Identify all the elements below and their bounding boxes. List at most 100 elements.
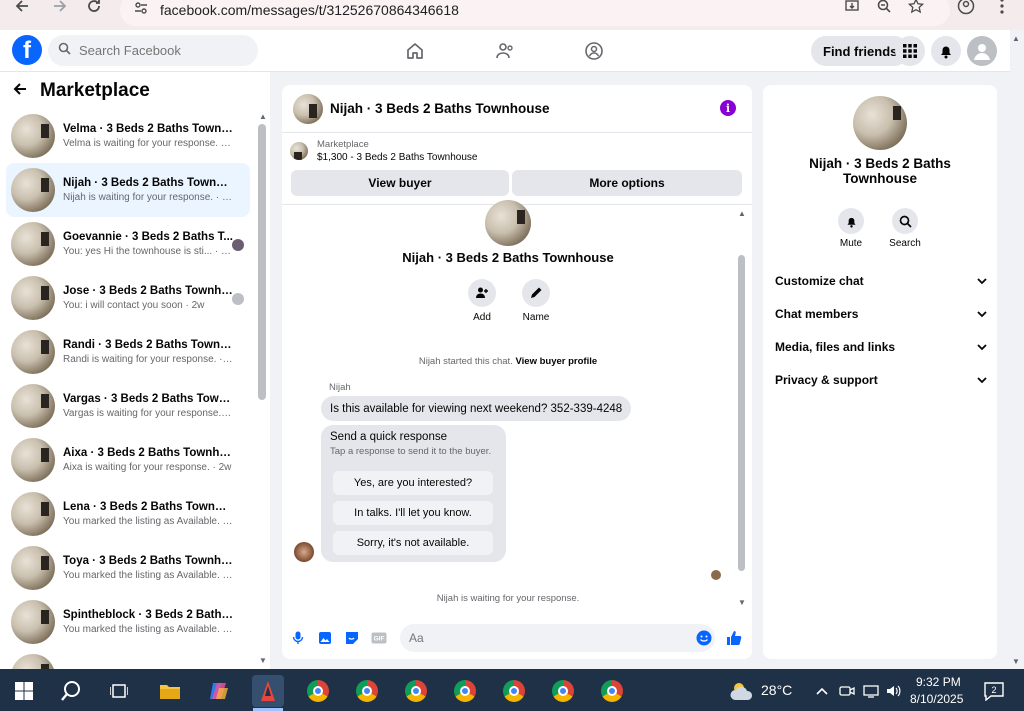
scroll-down-arrow-icon[interactable]: ▼: [259, 656, 267, 665]
facebook-logo-icon[interactable]: f: [12, 35, 42, 65]
conversation-item[interactable]: Lena · 3 Beds 2 Baths Townhouse You marke…: [6, 487, 250, 541]
back-arrow-icon[interactable]: [12, 81, 28, 102]
friends-icon[interactable]: [493, 39, 517, 63]
groups-icon[interactable]: [582, 39, 606, 63]
view-buyer-profile-link[interactable]: View buyer profile: [515, 356, 597, 367]
conversation-preview: You marked the listing as Available. · 2…: [63, 624, 233, 635]
notifications-button[interactable]: [931, 36, 961, 66]
notification-center-icon[interactable]: 2: [978, 675, 1010, 707]
chevron-down-icon: [977, 310, 987, 317]
task-view-icon[interactable]: [103, 675, 135, 707]
emoji-icon[interactable]: [696, 630, 712, 646]
chat-scroll-down-icon[interactable]: ▼: [738, 598, 746, 607]
conversation-item[interactable]: Randi · 3 Beds 2 Baths Townho... Randi is…: [6, 325, 250, 379]
conversation-item[interactable]: Vargas · 3 Beds 2 Baths Townho... Vargas …: [6, 379, 250, 433]
seen-avatar: [711, 570, 721, 580]
page-scroll-down-icon[interactable]: ▼: [1012, 657, 1020, 666]
copilot-icon[interactable]: [203, 675, 235, 707]
conversation-title: Nijah · 3 Beds 2 Baths Townhouse: [402, 250, 614, 265]
mute-button[interactable]: [838, 208, 864, 234]
menu-grid-button[interactable]: [895, 36, 925, 66]
home-icon[interactable]: [403, 39, 427, 63]
conversation-name: Spintheblock · 3 Beds 2 Baths T...: [63, 609, 233, 621]
conversation-item[interactable]: Fla · 3 Beds 2 Baths Townhouse: [6, 649, 250, 669]
conversation-preview: You: yes Hi the townhouse is sti... · 2w: [63, 246, 233, 257]
chat-members-section[interactable]: Chat members: [775, 307, 987, 321]
conversation-item[interactable]: Velma · 3 Beds 2 Baths Townho... Velma is…: [6, 109, 250, 163]
chat-title[interactable]: Nijah · 3 Beds 2 Baths Townhouse: [330, 101, 550, 116]
quick-response-button[interactable]: Sorry, it's not available.: [333, 531, 493, 555]
chat-scrollbar[interactable]: [738, 255, 745, 571]
marketplace-label: Marketplace: [317, 139, 369, 150]
chrome-icon[interactable]: [302, 675, 334, 707]
conversation-item[interactable]: Aixa · 3 Beds 2 Baths Townhouse Aixa is w…: [6, 433, 250, 487]
bookmark-star-icon[interactable]: [904, 0, 928, 18]
reload-icon[interactable]: [82, 0, 106, 18]
like-thumb-icon[interactable]: [726, 630, 742, 646]
media-files-links-section[interactable]: Media, files and links: [775, 340, 987, 354]
listing-thumbnail: [11, 330, 55, 374]
info-icon[interactable]: i: [720, 100, 736, 116]
listing-thumbnail: [11, 600, 55, 644]
chrome-icon[interactable]: [351, 675, 383, 707]
clock-date[interactable]: 8/10/2025: [910, 692, 963, 706]
weather-icon[interactable]: [726, 675, 758, 707]
customize-chat-section[interactable]: Customize chat: [775, 274, 987, 288]
more-options-button[interactable]: More options: [512, 170, 742, 196]
conversation-name: Goevannie · 3 Beds 2 Baths T...: [63, 231, 233, 243]
chat-scroll-up-icon[interactable]: ▲: [738, 209, 746, 218]
chrome-icon[interactable]: [400, 675, 432, 707]
temperature[interactable]: 28°C: [761, 682, 792, 698]
url-text[interactable]: facebook.com/messages/t/3125267086434661…: [160, 2, 459, 18]
conversation-item[interactable]: Spintheblock · 3 Beds 2 Baths T... You ma…: [6, 595, 250, 649]
listing-thumbnail[interactable]: [293, 93, 323, 124]
chrome-icon[interactable]: [498, 675, 530, 707]
listing-large-thumbnail: [485, 200, 531, 246]
address-bar[interactable]: facebook.com/messages/t/3125267086434661…: [120, 0, 950, 26]
install-app-icon[interactable]: [840, 0, 864, 18]
incoming-message[interactable]: Is this available for viewing next weeke…: [321, 396, 632, 421]
scroll-up-arrow-icon[interactable]: ▲: [259, 112, 267, 121]
search-chat-button[interactable]: [892, 208, 918, 234]
search-input[interactable]: [79, 43, 239, 58]
quick-response-button[interactable]: Yes, are you interested?: [333, 471, 493, 495]
edit-name-button[interactable]: [522, 279, 550, 307]
account-avatar[interactable]: [967, 36, 997, 66]
add-person-button[interactable]: [468, 279, 496, 307]
photo-icon[interactable]: [317, 630, 333, 646]
add-label: Add: [473, 312, 491, 323]
privacy-support-section[interactable]: Privacy & support: [775, 373, 987, 387]
page-scroll-up-icon[interactable]: ▲: [1012, 34, 1020, 43]
sender-avatar[interactable]: [294, 542, 314, 562]
search-box[interactable]: [48, 35, 258, 66]
taskbar-search-icon[interactable]: [55, 675, 87, 707]
clock-time[interactable]: 9:32 PM: [916, 675, 961, 689]
chrome-icon[interactable]: [596, 675, 628, 707]
section-label: Media, files and links: [775, 340, 896, 354]
windows-start-icon[interactable]: [8, 675, 40, 707]
conversation-preview: Nijah is waiting for your response. · 7h: [63, 192, 233, 203]
gif-icon[interactable]: GIF: [371, 630, 387, 646]
file-explorer-icon[interactable]: [154, 675, 186, 707]
conversation-item[interactable]: Nijah · 3 Beds 2 Baths Townhouse Nijah is…: [6, 163, 250, 217]
conversation-scrollbar[interactable]: [258, 124, 266, 400]
forward-arrow-icon[interactable]: [48, 0, 72, 18]
sticker-icon[interactable]: [344, 630, 360, 646]
back-arrow-icon[interactable]: [10, 0, 34, 18]
facebook-header: f Find friends: [0, 30, 1010, 72]
pinned-app-icon[interactable]: [252, 675, 284, 707]
conversation-item[interactable]: Goevannie · 3 Beds 2 Baths T... You: yes …: [6, 217, 250, 271]
chrome-icon[interactable]: [449, 675, 481, 707]
zoom-icon[interactable]: [872, 0, 896, 18]
microphone-icon[interactable]: [290, 630, 306, 646]
site-info-icon[interactable]: [134, 1, 148, 20]
view-buyer-button[interactable]: View buyer: [291, 170, 509, 196]
volume-icon[interactable]: [878, 675, 910, 707]
menu-dots-icon[interactable]: [990, 0, 1014, 18]
chrome-icon[interactable]: [547, 675, 579, 707]
conversation-item[interactable]: Jose · 3 Beds 2 Baths Townho... You: i wi…: [6, 271, 250, 325]
profile-icon[interactable]: [954, 0, 978, 18]
quick-response-button[interactable]: In talks. I'll let you know.: [333, 501, 493, 525]
message-input[interactable]: [400, 624, 715, 652]
conversation-item[interactable]: Toya · 3 Beds 2 Baths Townhouse You marke…: [6, 541, 250, 595]
